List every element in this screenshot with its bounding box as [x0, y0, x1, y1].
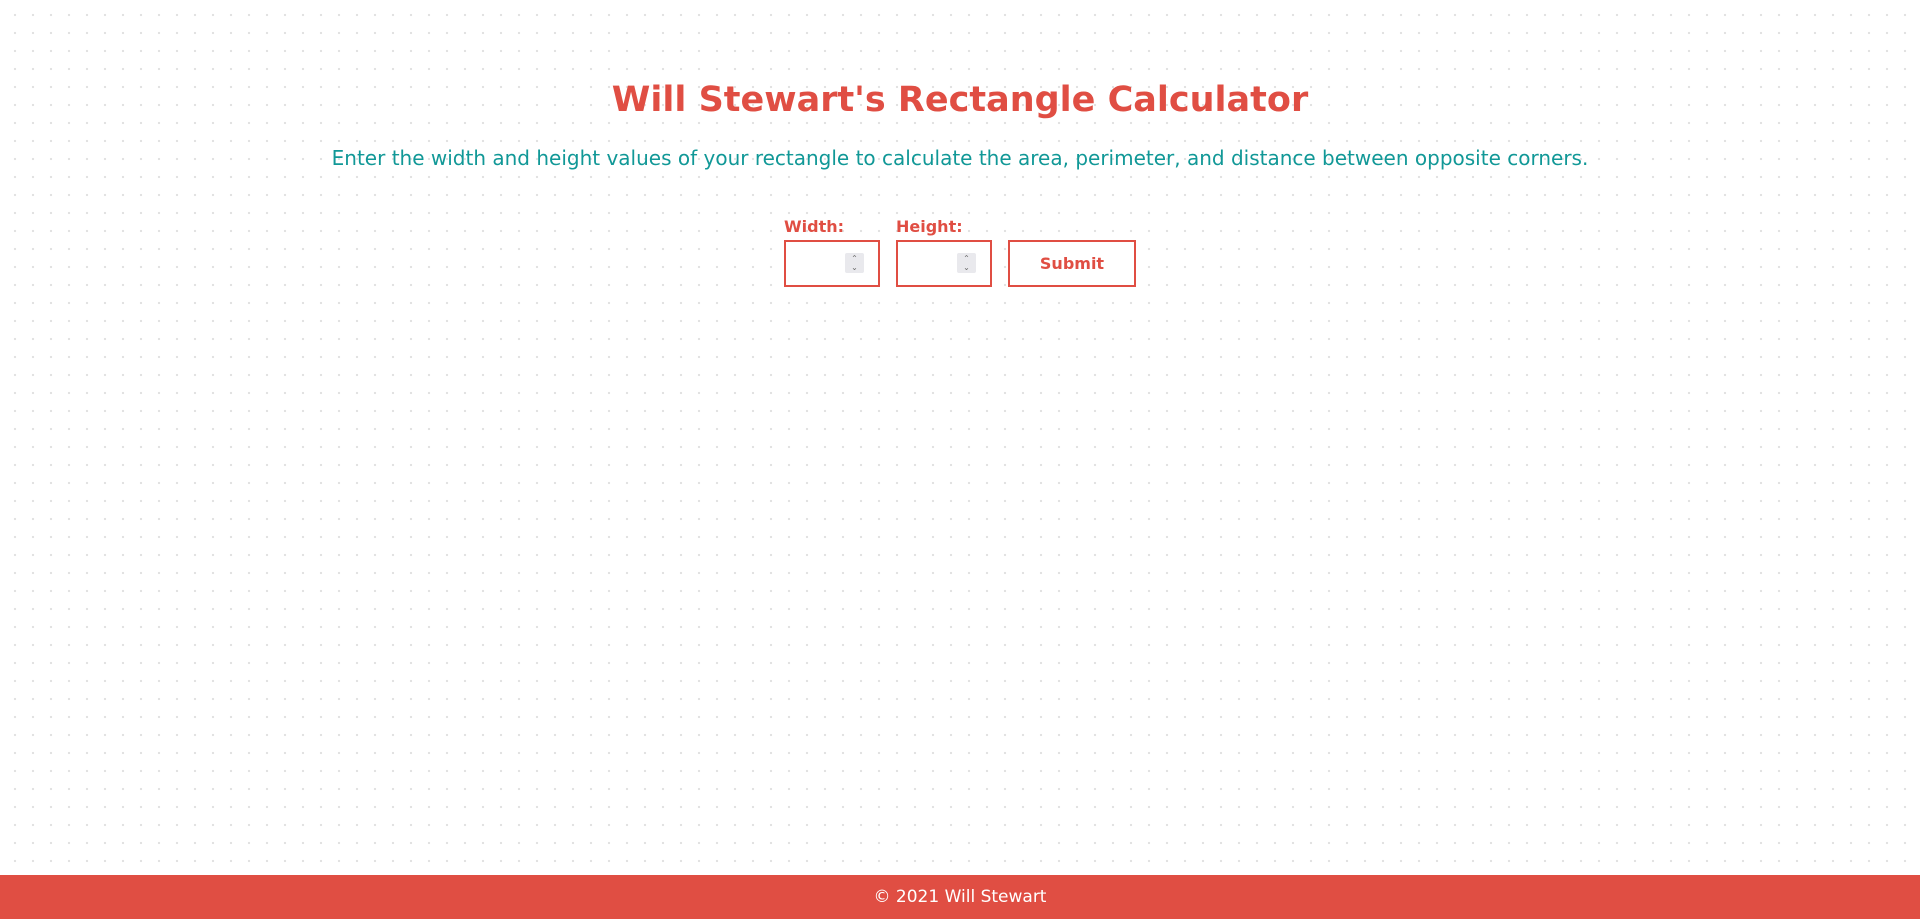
- height-label: Height:: [896, 217, 963, 236]
- footer-copyright: © 2021 Will Stewart: [873, 887, 1047, 907]
- page-title: Will Stewart's Rectangle Calculator: [611, 80, 1309, 120]
- rectangle-form: Width: ⌃ ⌄ Height: ⌃ ⌄ Submit: [784, 216, 1184, 288]
- height-field-group: Height: ⌃ ⌄: [896, 216, 992, 287]
- chevron-up-icon[interactable]: ⌃: [957, 254, 976, 263]
- width-input[interactable]: [784, 240, 880, 287]
- submit-button[interactable]: Submit: [1008, 240, 1136, 287]
- height-input-wrap: ⌃ ⌄: [896, 240, 992, 287]
- chevron-down-icon[interactable]: ⌄: [845, 263, 864, 272]
- chevron-down-icon[interactable]: ⌄: [957, 263, 976, 272]
- height-spinner[interactable]: ⌃ ⌄: [957, 253, 976, 273]
- width-label: Width:: [784, 217, 845, 236]
- width-field-group: Width: ⌃ ⌄: [784, 216, 880, 287]
- width-spinner[interactable]: ⌃ ⌄: [845, 253, 864, 273]
- chevron-up-icon[interactable]: ⌃: [845, 254, 864, 263]
- footer: © 2021 Will Stewart: [0, 875, 1920, 919]
- intro-text: Enter the width and height values of you…: [331, 146, 1589, 170]
- width-input-wrap: ⌃ ⌄: [784, 240, 880, 287]
- height-input[interactable]: [896, 240, 992, 287]
